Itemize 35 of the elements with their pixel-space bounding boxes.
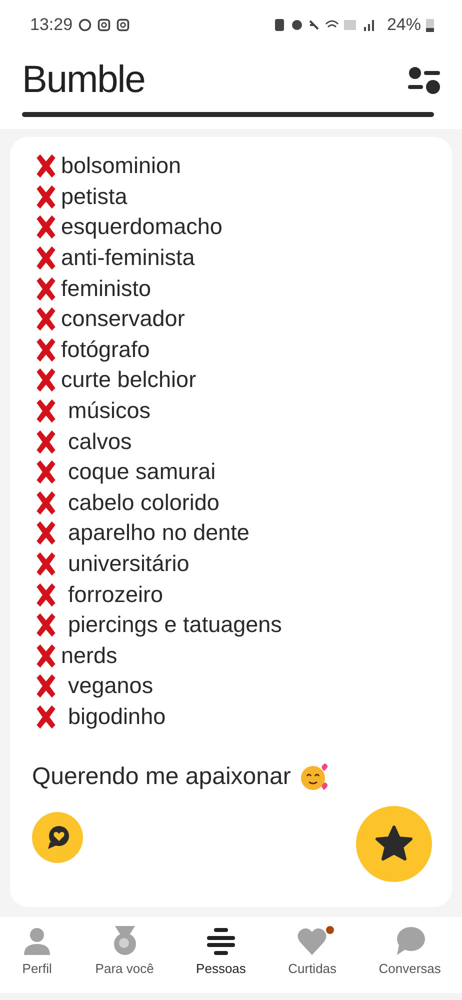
app-logo: Bumble bbox=[22, 58, 145, 103]
list-item-text: feministo bbox=[60, 276, 152, 302]
list-item-text: fotógrafo bbox=[60, 336, 150, 363]
nav-tab[interactable]: Curtidas bbox=[288, 925, 337, 993]
nav-tab[interactable]: Conversas bbox=[378, 925, 441, 993]
list-item-text: petista bbox=[60, 184, 128, 210]
list-item-text: coque samurai bbox=[67, 459, 216, 486]
camera-app-icon bbox=[96, 18, 111, 32]
nav-tab[interactable]: Pessoas bbox=[196, 925, 246, 993]
battery-percent: 24% bbox=[386, 15, 421, 35]
list-item-text: calvos bbox=[67, 428, 132, 455]
battery-icon bbox=[426, 18, 434, 32]
list-item-text: conservador bbox=[60, 306, 185, 332]
list-item-text: esquerdomacho bbox=[60, 214, 222, 240]
list-item-text: piercings e tatuagens bbox=[67, 612, 282, 638]
bio-text: Querendo me apaixonar bbox=[32, 763, 291, 792]
list-item-text: universitário bbox=[67, 551, 190, 578]
list-item-text: forrozeiro bbox=[67, 582, 164, 608]
filter-icon[interactable] bbox=[408, 65, 440, 95]
smiling-face-hearts-icon bbox=[298, 762, 329, 792]
list-item-text: veganos bbox=[67, 673, 154, 700]
list-item-text: nerds bbox=[60, 642, 118, 669]
list-item-text: cabelo colorido bbox=[67, 490, 220, 516]
clock-time: 13:29 bbox=[30, 15, 73, 35]
stack-lines-icon bbox=[204, 925, 237, 957]
list-item-text: bolsominion bbox=[60, 153, 182, 180]
list-item-text: músicos bbox=[67, 398, 151, 424]
list-item-text: bigodinho bbox=[67, 704, 166, 730]
nav-tab[interactable]: Perfil bbox=[21, 925, 54, 993]
list-item-text: curte belchior bbox=[60, 367, 196, 394]
camera-app-icon bbox=[116, 18, 130, 32]
list-item-text: anti-feminista bbox=[60, 245, 195, 272]
list-item-text: aparelho no dente bbox=[67, 520, 250, 546]
compliment-button[interactable] bbox=[32, 812, 83, 864]
nav-tab[interactable]: Para você bbox=[95, 925, 154, 993]
